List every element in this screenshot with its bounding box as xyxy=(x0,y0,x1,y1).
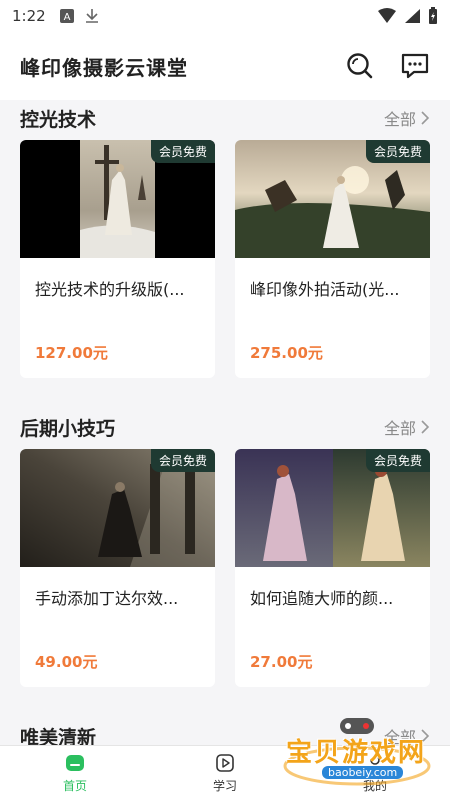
section-view-all[interactable]: 全部 xyxy=(384,415,430,439)
course-price: 275.00元 xyxy=(250,344,323,362)
member-free-badge: 会员免费 xyxy=(150,449,215,472)
svg-text:A: A xyxy=(63,12,70,23)
course-card[interactable]: 会员免费 手动添加丁达尔效... 49.00元 xyxy=(20,449,215,687)
status-bar: 1:22 A xyxy=(0,0,450,32)
section-title: 控光技术 xyxy=(20,108,97,131)
course-price: 49.00元 xyxy=(35,653,98,671)
battery-icon xyxy=(429,7,437,24)
section-lighting: 控光技术 全部 会员免费 控光技术的升级版(... 127.00元 会员免费 峰… xyxy=(0,100,450,378)
app-title: 峰印像摄影云课堂 xyxy=(20,55,188,80)
course-card[interactable]: 会员免费 控光技术的升级版(... 127.00元 xyxy=(20,140,215,378)
section-view-all[interactable]: 全部 xyxy=(384,106,430,130)
view-all-label: 全部 xyxy=(383,419,416,438)
course-thumbnail: 会员免费 xyxy=(235,449,430,567)
course-thumbnail: 会员免费 xyxy=(20,449,215,567)
watermark: 宝贝游戏网 baobeiy.com xyxy=(282,714,432,786)
tab-label: 学习 xyxy=(212,778,237,793)
notification-a-icon: A xyxy=(59,9,74,23)
section-title: 唯美清新 xyxy=(20,726,97,746)
status-time: 1:22 xyxy=(12,7,46,25)
member-free-badge: 会员免费 xyxy=(365,449,430,472)
course-thumbnail: 会员免费 xyxy=(20,140,215,258)
tab-label: 首页 xyxy=(62,778,87,793)
chevron-right-icon xyxy=(421,420,430,434)
chevron-right-icon xyxy=(421,111,430,125)
course-card[interactable]: 会员免费 峰印像外拍活动(光... 275.00元 xyxy=(235,140,430,378)
wifi-icon xyxy=(378,8,396,23)
course-title: 控光技术的升级版(... xyxy=(35,280,185,299)
watermark-url: baobeiy.com xyxy=(322,766,404,779)
message-icon[interactable] xyxy=(400,52,430,80)
home-feed[interactable]: 控光技术 全部 会员免费 控光技术的升级版(... 127.00元 会员免费 峰… xyxy=(0,100,450,745)
signal-icon xyxy=(405,9,420,23)
play-icon xyxy=(216,753,234,772)
course-title: 峰印像外拍活动(光... xyxy=(250,280,400,299)
course-title: 如何追随大师的颜... xyxy=(250,589,394,608)
search-icon[interactable] xyxy=(346,52,374,80)
course-card[interactable]: 会员免费 如何追随大师的颜... 27.00元 xyxy=(235,449,430,687)
section-title: 后期小技巧 xyxy=(20,417,116,440)
course-title: 手动添加丁达尔效... xyxy=(35,589,179,608)
tab-study[interactable]: 学习 xyxy=(150,746,300,800)
member-free-badge: 会员免费 xyxy=(150,140,215,163)
home-icon xyxy=(66,754,84,771)
course-price: 127.00元 xyxy=(35,344,108,362)
course-price: 27.00元 xyxy=(250,653,313,671)
watermark-text: 宝贝游戏网 xyxy=(286,738,427,768)
section-post-tips: 后期小技巧 全部 会员免费 手动添加丁达尔效... 49.00元 会员免费 如何… xyxy=(0,409,450,687)
course-thumbnail: 会员免费 xyxy=(235,140,430,258)
member-free-badge: 会员免费 xyxy=(365,140,430,163)
view-all-label: 全部 xyxy=(383,110,416,129)
tab-home[interactable]: 首页 xyxy=(0,746,150,800)
app-header: 峰印像摄影云课堂 xyxy=(0,32,450,100)
download-icon xyxy=(85,9,98,23)
